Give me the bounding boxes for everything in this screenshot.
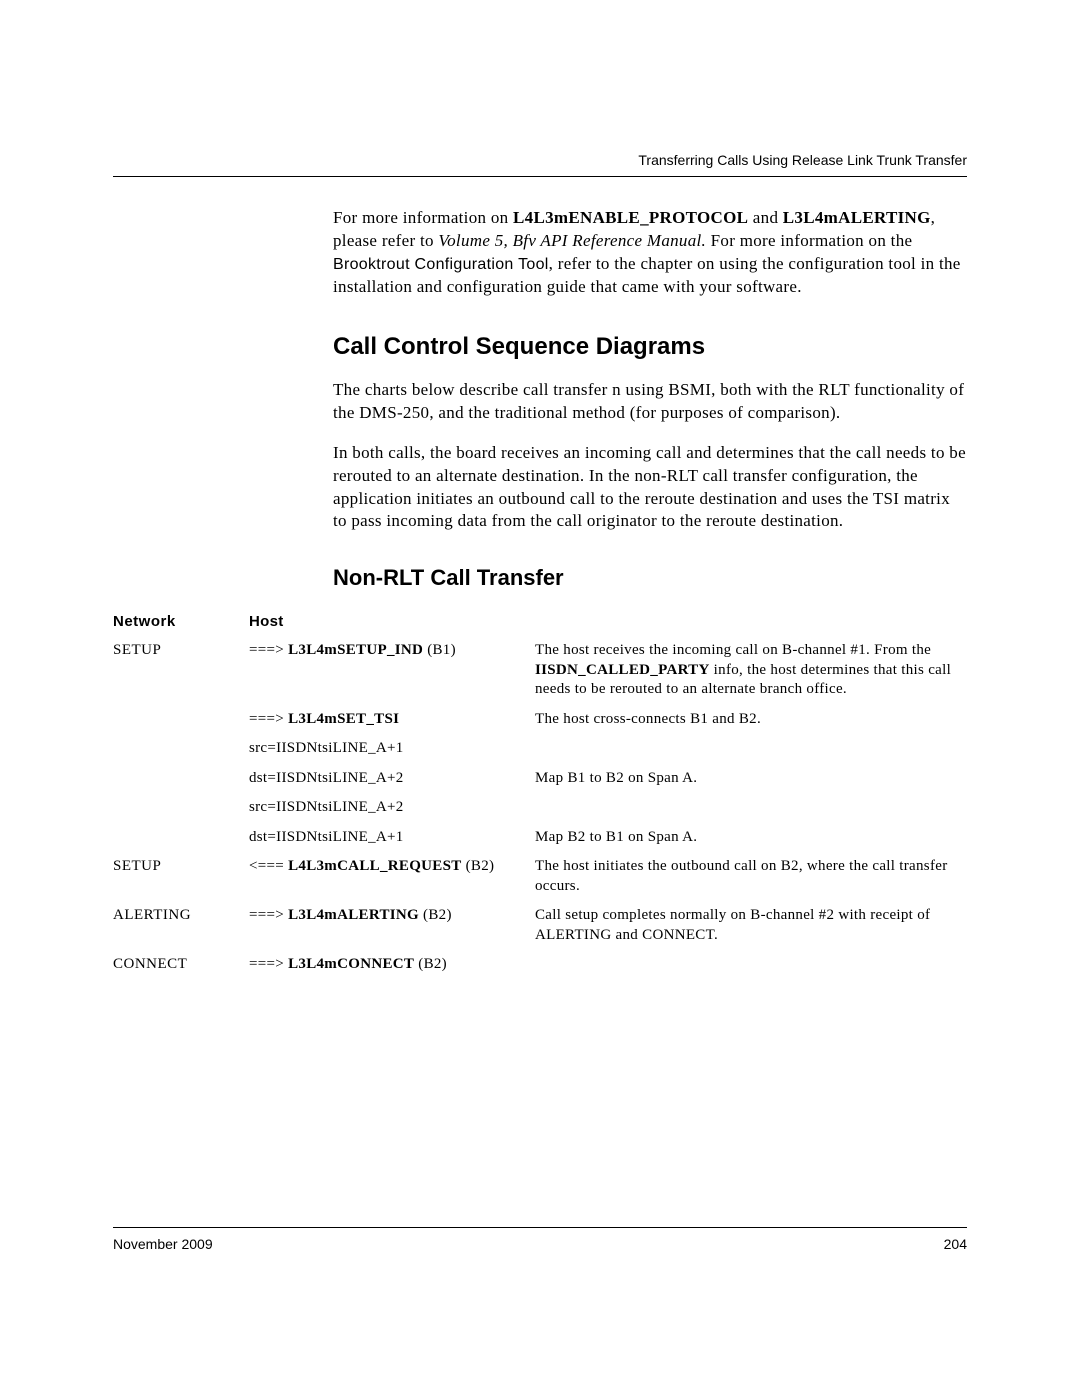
cell-host: src=IISDNtsiLINE_A+2	[249, 793, 535, 823]
cell-host: ===> L3L4mCONNECT (B2)	[249, 950, 535, 980]
cell-network	[113, 793, 249, 823]
footer-page-number: 204	[944, 1236, 967, 1252]
intro-italic: Volume 5, Bfv API Reference Manual.	[438, 231, 706, 250]
cell-host: <=== L4L3mCALL_REQUEST (B2)	[249, 852, 535, 901]
table-row: src=IISDNtsiLINE_A+1	[113, 734, 967, 764]
cell-host: ===> L3L4mALERTING (B2)	[249, 901, 535, 950]
section-heading-call-control: Call Control Sequence Diagrams	[333, 333, 967, 361]
footer-date: November 2009	[113, 1236, 213, 1252]
running-head: Transferring Calls Using Release Link Tr…	[113, 152, 967, 168]
sequence-table: Network Host SETUP===> L3L4mSETUP_IND (B…	[113, 609, 967, 980]
section1-para2: In both calls, the board receives an inc…	[333, 442, 967, 534]
intro-sans: Brooktrout Configuration Tool	[333, 256, 549, 273]
cell-description	[535, 950, 967, 980]
intro-text: For more information on	[333, 208, 513, 227]
cell-network	[113, 764, 249, 794]
cell-description: Call setup completes normally on B-chann…	[535, 901, 967, 950]
cell-host: dst=IISDNtsiLINE_A+2	[249, 764, 535, 794]
cell-network: SETUP	[113, 636, 249, 705]
intro-bold-2: L3L4mALERTING	[783, 208, 931, 227]
table-row: dst=IISDNtsiLINE_A+2Map B1 to B2 on Span…	[113, 764, 967, 794]
section-heading-non-rlt: Non-RLT Call Transfer	[333, 565, 967, 591]
intro-text: For more information on the	[706, 231, 912, 250]
footer-rule	[113, 1227, 967, 1228]
intro-paragraph: For more information on L4L3mENABLE_PROT…	[333, 207, 967, 299]
cell-description: The host cross-connects B1 and B2.	[535, 705, 967, 735]
content-area: Transferring Calls Using Release Link Tr…	[113, 152, 967, 980]
col-header-host: Host	[249, 609, 535, 636]
cell-host: ===> L3L4mSET_TSI	[249, 705, 535, 735]
table-row: ===> L3L4mSET_TSIThe host cross-connects…	[113, 705, 967, 735]
cell-description: Map B2 to B1 on Span A.	[535, 823, 967, 853]
cell-host: ===> L3L4mSETUP_IND (B1)	[249, 636, 535, 705]
cell-description: The host receives the incoming call on B…	[535, 636, 967, 705]
cell-network: CONNECT	[113, 950, 249, 980]
col-header-network: Network	[113, 609, 249, 636]
page-footer: November 2009 204	[113, 1227, 967, 1252]
cell-description	[535, 793, 967, 823]
table-row: ALERTING===> L3L4mALERTING (B2)Call setu…	[113, 901, 967, 950]
intro-text: and	[748, 208, 783, 227]
table-row: src=IISDNtsiLINE_A+2	[113, 793, 967, 823]
table-row: SETUP===> L3L4mSETUP_IND (B1)The host re…	[113, 636, 967, 705]
cell-network	[113, 734, 249, 764]
page: Transferring Calls Using Release Link Tr…	[0, 0, 1080, 1397]
table-row: CONNECT===> L3L4mCONNECT (B2)	[113, 950, 967, 980]
cell-network: SETUP	[113, 852, 249, 901]
header-rule	[113, 176, 967, 177]
section1-para1: The charts below describe call transfer …	[333, 379, 967, 425]
table-row: SETUP<=== L4L3mCALL_REQUEST (B2)The host…	[113, 852, 967, 901]
footer-row: November 2009 204	[113, 1236, 967, 1252]
cell-network: ALERTING	[113, 901, 249, 950]
table-header-row: Network Host	[113, 609, 967, 636]
cell-description: The host initiates the outbound call on …	[535, 852, 967, 901]
cell-host: dst=IISDNtsiLINE_A+1	[249, 823, 535, 853]
cell-description	[535, 734, 967, 764]
table-row: dst=IISDNtsiLINE_A+1Map B2 to B1 on Span…	[113, 823, 967, 853]
cell-network	[113, 705, 249, 735]
cell-host: src=IISDNtsiLINE_A+1	[249, 734, 535, 764]
intro-bold-1: L4L3mENABLE_PROTOCOL	[513, 208, 748, 227]
col-header-desc	[535, 609, 967, 636]
cell-description: Map B1 to B2 on Span A.	[535, 764, 967, 794]
cell-network	[113, 823, 249, 853]
